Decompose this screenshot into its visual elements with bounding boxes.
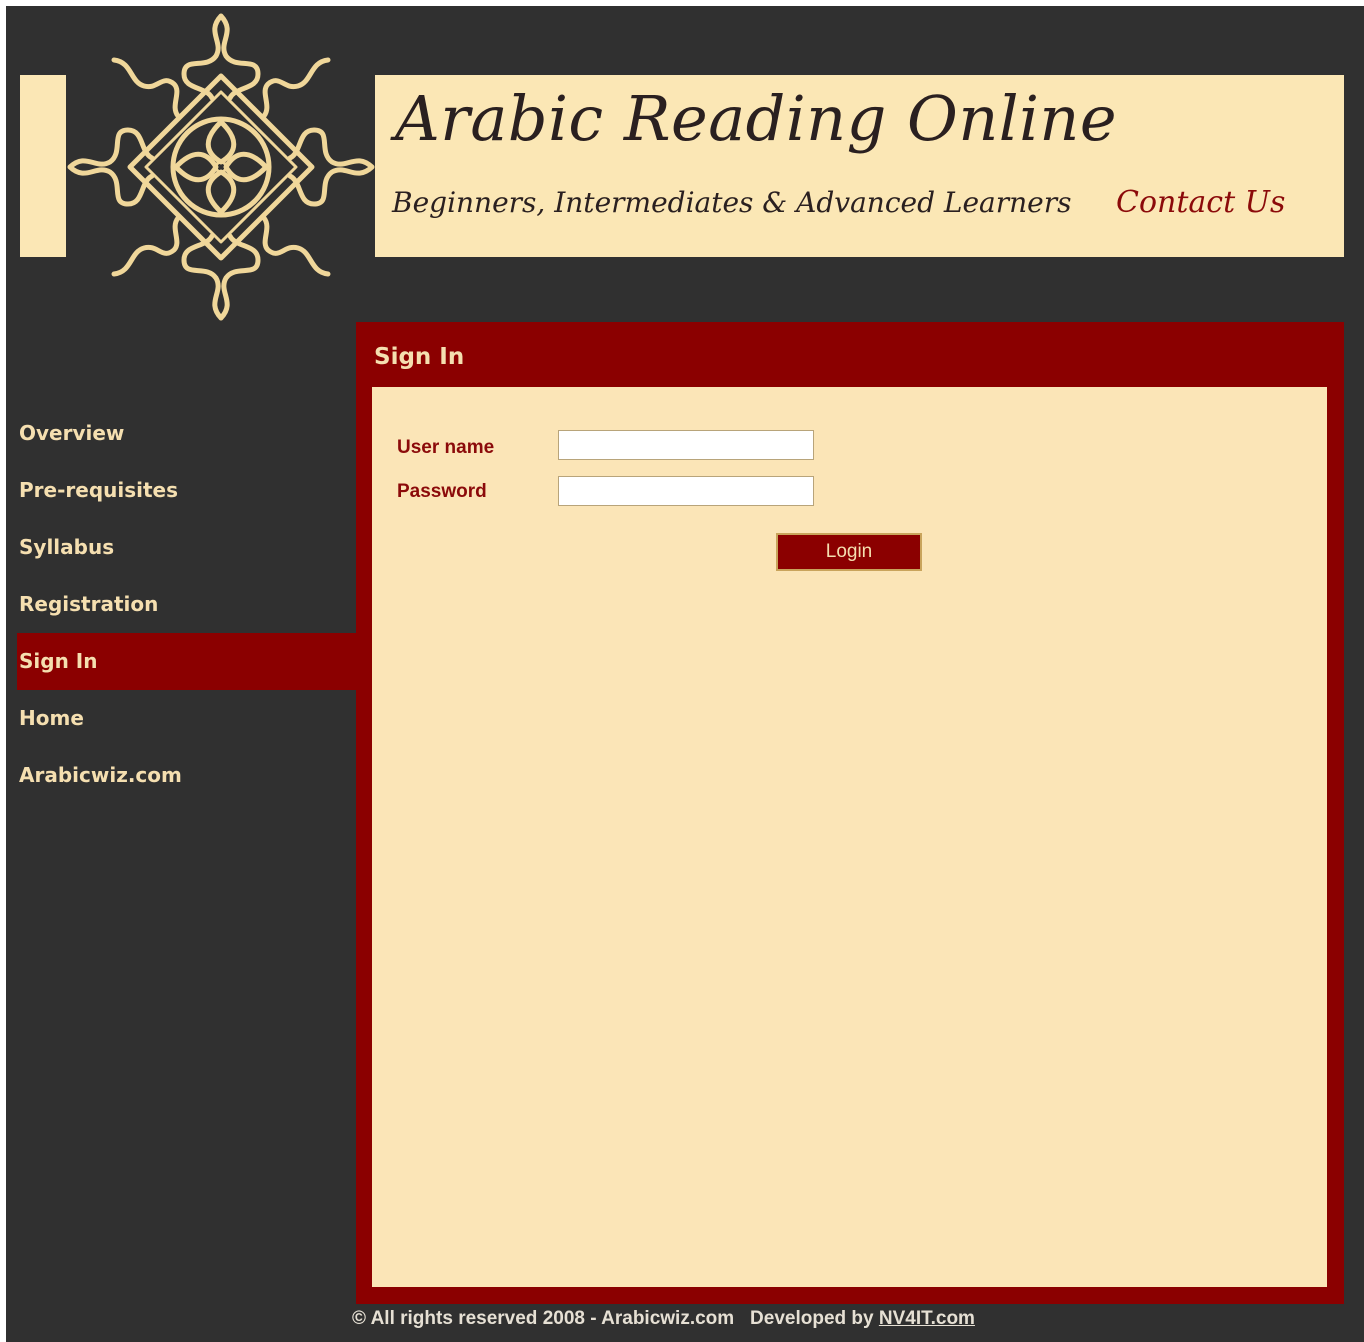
panel-title: Sign In xyxy=(374,344,465,370)
footer-developed-by: Developed by xyxy=(750,1308,874,1329)
sidebar-item-home[interactable]: Home xyxy=(17,690,357,747)
signin-panel-body xyxy=(372,387,1327,1287)
sidebar-item-overview[interactable]: Overview xyxy=(17,405,357,462)
login-button[interactable]: Login xyxy=(776,533,922,571)
sidebar-item-arabicwiz[interactable]: Arabicwiz.com xyxy=(17,747,357,804)
sidebar-item-sign-in[interactable]: Sign In xyxy=(17,633,357,690)
site-title: Arabic Reading Online xyxy=(395,82,1118,155)
header-left-stub xyxy=(20,75,66,257)
sidebar-nav: Overview Pre-requisites Syllabus Registr… xyxy=(17,405,357,804)
password-input[interactable] xyxy=(558,476,814,506)
site-tagline: Beginners, Intermediates & Advanced Lear… xyxy=(392,186,1072,219)
sidebar-item-syllabus[interactable]: Syllabus xyxy=(17,519,357,576)
contact-us-link[interactable]: Contact Us xyxy=(1116,185,1285,220)
sidebar-item-prerequisites[interactable]: Pre-requisites xyxy=(17,462,357,519)
footer: © All rights reserved 2008 - Arabicwiz.c… xyxy=(352,1308,975,1330)
username-label: User name xyxy=(397,437,495,458)
sidebar-item-registration[interactable]: Registration xyxy=(17,576,357,633)
developer-link[interactable]: NV4IT.com xyxy=(879,1308,975,1329)
password-label: Password xyxy=(397,481,487,502)
ornamental-star-logo-icon xyxy=(67,13,375,321)
footer-copyright: © All rights reserved 2008 - Arabicwiz.c… xyxy=(352,1308,735,1329)
username-input[interactable] xyxy=(558,430,814,460)
